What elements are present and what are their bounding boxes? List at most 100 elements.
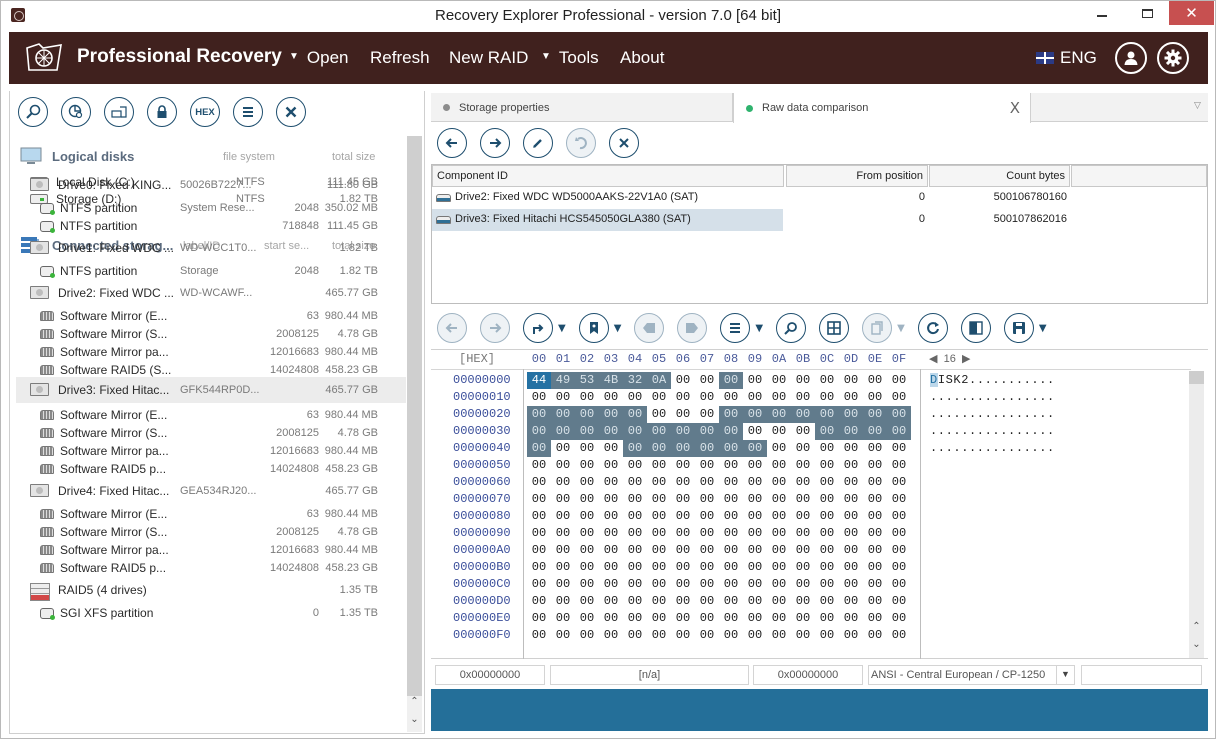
dropdown-arrow-icon[interactable]: ▼ <box>755 323 763 334</box>
hex-byte[interactable]: 00 <box>719 576 743 593</box>
offset-field[interactable]: 0x00000000 <box>435 665 545 685</box>
hex-byte[interactable]: 00 <box>839 406 863 423</box>
partition-item[interactable]: Software Mirror pa... 12016683 980.44 MB <box>16 343 406 361</box>
hex-byte[interactable]: 00 <box>671 627 695 644</box>
hex-byte[interactable]: 49 <box>551 372 575 389</box>
hex-byte[interactable]: 00 <box>719 406 743 423</box>
hex-byte[interactable]: 00 <box>839 440 863 457</box>
hex-byte[interactable]: 00 <box>839 423 863 440</box>
hex-byte[interactable]: 00 <box>599 406 623 423</box>
hex-byte[interactable]: 00 <box>575 610 599 627</box>
hex-byte[interactable]: 00 <box>623 525 647 542</box>
hex-byte[interactable]: 00 <box>575 440 599 457</box>
forward-button[interactable] <box>480 313 510 343</box>
scan-button[interactable] <box>61 97 91 127</box>
hex-byte[interactable]: 00 <box>671 474 695 491</box>
hex-byte[interactable]: 00 <box>551 627 575 644</box>
hex-byte[interactable]: 00 <box>695 491 719 508</box>
list-button[interactable] <box>720 313 751 343</box>
hex-byte[interactable]: 00 <box>887 627 911 644</box>
hex-byte[interactable]: 00 <box>527 627 551 644</box>
hex-byte[interactable]: 00 <box>599 440 623 457</box>
hex-byte[interactable]: 00 <box>527 576 551 593</box>
hex-byte[interactable]: 00 <box>743 474 767 491</box>
hex-byte[interactable]: 00 <box>575 491 599 508</box>
hex-byte[interactable]: 00 <box>527 525 551 542</box>
hex-byte[interactable]: 00 <box>551 423 575 440</box>
tab-menu-icon[interactable]: ▽ <box>1194 101 1206 111</box>
hex-byte[interactable]: 00 <box>695 525 719 542</box>
hex-byte[interactable]: 00 <box>719 542 743 559</box>
hex-byte[interactable]: 00 <box>647 474 671 491</box>
hex-byte[interactable]: 00 <box>671 525 695 542</box>
hex-byte[interactable]: 00 <box>743 457 767 474</box>
hex-byte[interactable]: 00 <box>863 457 887 474</box>
remove-component-button[interactable] <box>609 128 639 158</box>
hex-byte[interactable]: 00 <box>887 440 911 457</box>
hex-byte[interactable]: 00 <box>575 457 599 474</box>
partition-item[interactable]: NTFS partition System Rese... 2048 350.02 M… <box>16 199 406 217</box>
storage-device-item[interactable]: Drive2: Fixed WDC ... WD-WCAWF... 465.77 G… <box>16 284 406 302</box>
hex-byte[interactable]: 00 <box>887 491 911 508</box>
hex-byte[interactable]: 00 <box>719 457 743 474</box>
hex-byte[interactable]: 00 <box>743 610 767 627</box>
hex-byte[interactable]: 32 <box>623 372 647 389</box>
hex-byte[interactable]: 00 <box>863 372 887 389</box>
next-bookmark-button[interactable] <box>677 313 708 343</box>
hex-byte[interactable]: 00 <box>887 576 911 593</box>
panel-button[interactable] <box>960 313 991 343</box>
hex-byte[interactable]: 00 <box>527 508 551 525</box>
hex-byte[interactable]: 00 <box>647 559 671 576</box>
menu-about[interactable]: About <box>620 48 664 68</box>
hex-byte[interactable]: 00 <box>791 389 815 406</box>
hex-byte[interactable]: 00 <box>791 474 815 491</box>
hex-byte[interactable]: 00 <box>767 406 791 423</box>
hex-byte[interactable]: 00 <box>647 406 671 423</box>
hex-byte[interactable]: 00 <box>719 508 743 525</box>
hex-byte[interactable]: 00 <box>839 389 863 406</box>
hex-byte[interactable]: 00 <box>815 406 839 423</box>
hex-byte[interactable]: 00 <box>863 440 887 457</box>
hex-byte[interactable]: 00 <box>863 542 887 559</box>
hex-byte[interactable]: 00 <box>623 627 647 644</box>
hex-byte[interactable]: 00 <box>695 542 719 559</box>
copy-button[interactable] <box>862 313 893 343</box>
hex-byte[interactable]: 53 <box>575 372 599 389</box>
hex-byte[interactable]: 00 <box>887 372 911 389</box>
hex-byte[interactable]: 00 <box>863 525 887 542</box>
hex-byte[interactable]: 00 <box>719 627 743 644</box>
hex-byte[interactable]: 00 <box>719 491 743 508</box>
hex-byte[interactable]: 00 <box>527 389 551 406</box>
hex-byte[interactable]: 00 <box>647 542 671 559</box>
hex-byte[interactable]: 00 <box>791 576 815 593</box>
search-button[interactable] <box>18 97 48 127</box>
menu-refresh[interactable]: Refresh <box>370 48 430 68</box>
storage-device-item[interactable]: Drive0: Fixed KING... 50026B7227... 111.80… <box>16 176 406 194</box>
hex-byte[interactable]: 00 <box>719 610 743 627</box>
hex-byte[interactable]: 00 <box>551 457 575 474</box>
hex-byte[interactable]: 00 <box>527 440 551 457</box>
hex-byte[interactable]: 00 <box>743 559 767 576</box>
hex-byte[interactable]: 00 <box>791 491 815 508</box>
tab-storage-properties[interactable]: Storage properties <box>431 93 733 122</box>
hex-byte[interactable]: 00 <box>767 627 791 644</box>
header-from-position[interactable]: From position <box>786 165 928 187</box>
extra-field[interactable] <box>1081 665 1202 685</box>
hex-byte[interactable]: 00 <box>767 525 791 542</box>
hex-byte[interactable]: 00 <box>839 372 863 389</box>
hex-byte[interactable]: 00 <box>695 627 719 644</box>
hex-byte[interactable]: 00 <box>671 593 695 610</box>
scroll-thumb[interactable] <box>1189 371 1204 384</box>
hex-byte[interactable]: 00 <box>551 440 575 457</box>
partition-item[interactable]: Software Mirror (S... 2008125 4.78 GB <box>16 523 406 541</box>
hex-byte[interactable]: 00 <box>599 508 623 525</box>
hex-button[interactable]: HEX <box>190 97 220 127</box>
hex-byte[interactable]: 00 <box>599 389 623 406</box>
bookmark-button[interactable] <box>578 313 609 343</box>
hex-byte[interactable]: 00 <box>551 389 575 406</box>
hex-byte[interactable]: 00 <box>695 440 719 457</box>
hex-byte[interactable]: 00 <box>647 457 671 474</box>
hex-byte[interactable]: 00 <box>863 491 887 508</box>
hex-byte[interactable]: 00 <box>863 474 887 491</box>
hex-byte[interactable]: 00 <box>575 627 599 644</box>
